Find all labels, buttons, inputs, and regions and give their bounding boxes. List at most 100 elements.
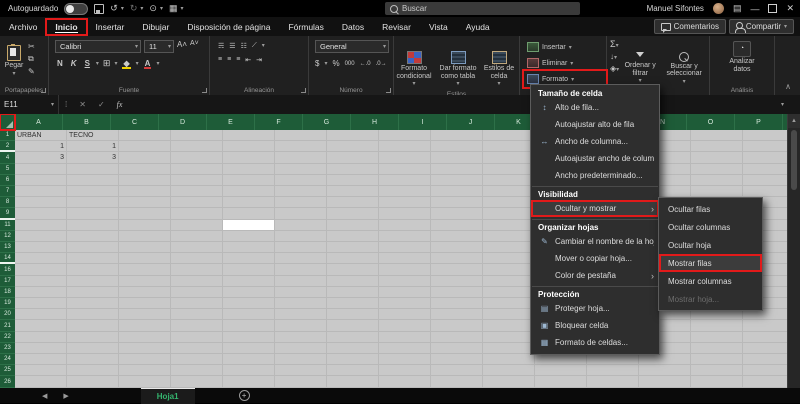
cell-g13[interactable]	[327, 242, 379, 254]
cell-d25[interactable]	[171, 365, 223, 377]
cell-a2[interactable]: 1	[15, 141, 67, 153]
cell-b19[interactable]	[67, 298, 119, 310]
cell-e8[interactable]	[223, 197, 275, 209]
increase-decimal-icon[interactable]: ←.0	[360, 61, 371, 67]
user-name[interactable]: Manuel Sifontes	[647, 4, 704, 13]
cell-e22[interactable]	[223, 331, 275, 343]
cell-i24[interactable]	[431, 354, 483, 366]
row-header-12[interactable]: 12	[0, 230, 15, 243]
font-dialog-launcher-icon[interactable]	[202, 88, 207, 93]
cell-f26[interactable]	[275, 376, 327, 388]
cell-a13[interactable]	[15, 242, 67, 254]
cell-h24[interactable]	[379, 354, 431, 366]
menu-item-cambiar-el-nombre-de-la-hoja[interactable]: ✎ Cambiar el nombre de la hoja	[531, 233, 659, 250]
cell-g22[interactable]	[327, 331, 379, 343]
row-header-2[interactable]: 2	[0, 141, 15, 153]
decrease-font-icon[interactable]: A˅	[190, 40, 199, 53]
cell-h6[interactable]	[379, 174, 431, 187]
row-header-24[interactable]: 24	[0, 354, 15, 366]
cell-j23[interactable]	[483, 342, 535, 355]
cell-b6[interactable]	[67, 174, 119, 187]
cell-d12[interactable]	[171, 230, 223, 243]
cell-g2[interactable]	[327, 141, 379, 153]
cell-e18[interactable]	[223, 286, 275, 299]
font-color-button[interactable]: A	[143, 59, 153, 69]
cell-e7[interactable]	[223, 186, 275, 198]
cell-a16[interactable]	[15, 264, 67, 276]
cell-m25[interactable]	[639, 365, 691, 377]
cell-j4[interactable]	[483, 152, 535, 164]
cell-j14[interactable]	[483, 253, 535, 265]
cell-o4[interactable]	[743, 152, 788, 164]
cell-g17[interactable]	[327, 275, 379, 287]
row-header-18[interactable]: 18	[0, 286, 15, 299]
cell-j1[interactable]	[483, 130, 535, 142]
cell-i8[interactable]	[431, 197, 483, 209]
cell-g8[interactable]	[327, 197, 379, 209]
cell-h19[interactable]	[379, 298, 431, 310]
customize-toolbar-icon[interactable]: ▦	[169, 4, 178, 13]
cell-j25[interactable]	[483, 365, 535, 377]
fill-icon[interactable]: ↓▾	[610, 52, 619, 61]
underline-button[interactable]: S	[83, 59, 92, 68]
cell-c11[interactable]	[119, 219, 171, 231]
collapse-ribbon-icon[interactable]: ∧	[785, 82, 791, 91]
cell-b7[interactable]	[67, 186, 119, 198]
row-header-8[interactable]: 8	[0, 197, 15, 209]
cell-e21[interactable]	[223, 320, 275, 332]
cell-g5[interactable]	[327, 163, 379, 175]
cell-d24[interactable]	[171, 354, 223, 366]
cell-m26[interactable]	[639, 376, 691, 388]
cell-a1[interactable]: URBAN	[15, 130, 67, 142]
cell-h14[interactable]	[379, 253, 431, 265]
cell-a18[interactable]	[15, 286, 67, 299]
tab-insertar[interactable]: Insertar	[87, 19, 134, 35]
autosum-icon[interactable]: Σ▾	[610, 39, 619, 49]
cell-h5[interactable]	[379, 163, 431, 175]
cell-h13[interactable]	[379, 242, 431, 254]
menu-item-autoajustar-alto-de-fila[interactable]: Autoajustar alto de fila	[531, 116, 659, 133]
cell-n2[interactable]	[691, 141, 743, 153]
cell-f11[interactable]	[275, 219, 327, 231]
cell-i6[interactable]	[431, 174, 483, 187]
cell-i9[interactable]	[431, 208, 483, 220]
cell-c18[interactable]	[119, 286, 171, 299]
cell-g25[interactable]	[327, 365, 379, 377]
cell-a25[interactable]	[15, 365, 67, 377]
ribbon-display-options-icon[interactable]: ▤	[733, 4, 742, 13]
cell-h8[interactable]	[379, 197, 431, 209]
submenu-item-ocultar-hoja[interactable]: Ocultar hoja	[659, 236, 762, 254]
new-sheet-button[interactable]: +	[238, 390, 250, 401]
cell-b2[interactable]: 1	[67, 141, 119, 153]
cell-a23[interactable]	[15, 342, 67, 355]
cell-m24[interactable]	[639, 354, 691, 366]
tab-dibujar[interactable]: Dibujar	[133, 19, 178, 35]
minimize-button[interactable]: —	[750, 4, 759, 14]
underline-chevron-icon[interactable]: ▾	[96, 60, 99, 67]
cell-o2[interactable]	[743, 141, 788, 153]
tab-inicio[interactable]: Inicio	[45, 17, 88, 36]
tab-formulas[interactable]: Fórmulas	[279, 19, 332, 35]
menu-item-autoajustar-ancho-de-columna[interactable]: Autoajustar ancho de columna	[531, 150, 659, 167]
cell-n26[interactable]	[691, 376, 743, 388]
cell-d8[interactable]	[171, 197, 223, 209]
cell-n4[interactable]	[691, 152, 743, 164]
cell-j19[interactable]	[483, 298, 535, 310]
scrollbar-thumb[interactable]	[791, 130, 797, 190]
cell-f13[interactable]	[275, 242, 327, 254]
cell-d19[interactable]	[171, 298, 223, 310]
cell-d1[interactable]	[171, 130, 223, 142]
cell-g16[interactable]	[327, 264, 379, 276]
cell-o6[interactable]	[743, 175, 788, 187]
cell-l25[interactable]	[587, 365, 639, 377]
cell-f18[interactable]	[275, 286, 327, 299]
cell-a21[interactable]	[15, 320, 67, 332]
cell-h21[interactable]	[379, 320, 431, 332]
number-dialog-launcher-icon[interactable]	[386, 88, 391, 93]
cell-g12[interactable]	[327, 230, 379, 243]
cell-l26[interactable]	[587, 376, 639, 388]
cell-c24[interactable]	[119, 354, 171, 366]
cell-e13[interactable]	[223, 242, 275, 254]
row-header-5[interactable]: 5	[0, 163, 15, 175]
cell-e17[interactable]	[223, 275, 275, 287]
